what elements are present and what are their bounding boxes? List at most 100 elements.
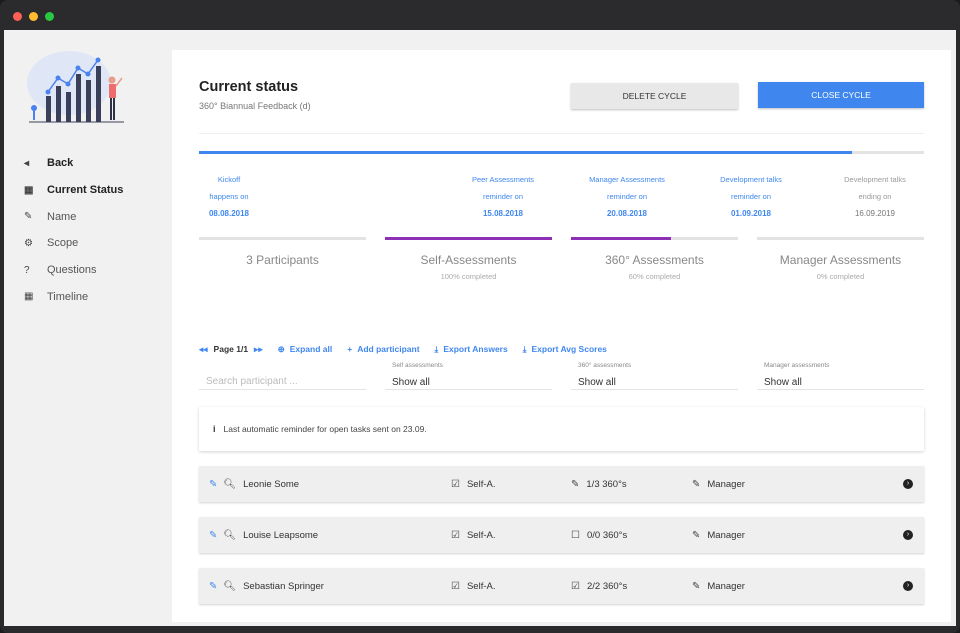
page-next-icon[interactable]: ▸▸ xyxy=(254,344,263,355)
reminder-notice: i Last automatic reminder for open tasks… xyxy=(199,407,924,451)
close-cycle-button[interactable]: CLOSE CYCLE xyxy=(758,82,924,108)
export-avg-scores-label: Export Avg Scores xyxy=(531,344,607,354)
arrow-right-icon[interactable]: › xyxy=(903,581,913,591)
edit-icon[interactable]: ✎ xyxy=(209,581,217,592)
edit-icon: ✎ xyxy=(571,478,580,490)
manager-assessment-status: Manager xyxy=(707,478,745,490)
calendar-icon: ▦ xyxy=(24,291,34,303)
search-participant-input[interactable] xyxy=(199,360,366,390)
stat-bar xyxy=(199,237,366,240)
participants-toolbar: ◂◂ Page 1/1 ▸▸ ⊕ Expand all + Add partic… xyxy=(199,343,622,355)
milestone-title: Peer Assessments xyxy=(471,175,535,184)
stat-manager-assessments: Manager Assessments 0% completed xyxy=(757,237,924,281)
calendar-icon: ▦ xyxy=(24,184,34,196)
page-prev-icon[interactable]: ◂◂ xyxy=(199,344,208,355)
sidebar-item-current-status[interactable]: ▦ Current Status xyxy=(24,177,123,204)
self-assessment-status: Self-A. xyxy=(466,529,496,541)
main-panel: Current status 360° Biannual Feedback (d… xyxy=(172,50,951,622)
stat-bar xyxy=(571,237,738,240)
plus-icon: + xyxy=(347,344,353,354)
sidebar-item-back[interactable]: ◂ Back xyxy=(24,150,123,177)
add-participant-label: Add participant xyxy=(357,344,420,354)
milestone-title: Development talks xyxy=(844,175,906,184)
sidebar-item-scope[interactable]: ⚙ Scope xyxy=(24,230,123,257)
arrow-right-icon[interactable]: › xyxy=(903,530,913,540)
participant-name: Leonie Some xyxy=(243,478,300,490)
milestone-date: 16.09.2019 xyxy=(854,209,896,218)
delete-cycle-button[interactable]: DELETE CYCLE xyxy=(571,83,738,109)
filter-value: Show all xyxy=(578,377,616,388)
add-participant-button[interactable]: + Add participant xyxy=(347,344,419,354)
arrow-right-icon[interactable]: › xyxy=(903,479,913,489)
milestone-kickoff: Kickoff happens on 08.08.2018 xyxy=(164,171,294,222)
stat-percent: 60% completed xyxy=(628,272,681,281)
edit-icon: ✎ xyxy=(692,529,701,541)
chevron-left-icon: ◂ xyxy=(24,157,30,169)
manager-assessment-status: Manager xyxy=(707,580,745,592)
edit-icon: ✎ xyxy=(692,580,701,592)
sidebar-item-label: Timeline xyxy=(47,290,89,303)
filter-label: Self assessments xyxy=(392,362,443,369)
participant-row[interactable]: ✎ 🔍︎ Sebastian Springer ☑ Self-A. ☑ 2/2 … xyxy=(199,568,924,604)
sidebar-item-name[interactable]: ✎ Name xyxy=(24,203,123,230)
stat-360-assessments: 360° Assessments 60% completed xyxy=(571,237,738,281)
question-icon: ? xyxy=(24,264,30,276)
cogs-icon: ⚙ xyxy=(24,237,33,249)
manager-assessments-filter[interactable]: Manager assessments Show all xyxy=(757,360,924,390)
milestone-date: 08.08.2018 xyxy=(208,209,250,218)
download-icon: ⤓ xyxy=(434,343,439,354)
peer-assessment-status: 1/3 360°s xyxy=(586,478,627,490)
filter-value: Show all xyxy=(392,377,430,388)
milestone-caption: reminder on xyxy=(482,192,524,201)
stat-bar-fill xyxy=(385,237,552,240)
sidebar-item-timeline[interactable]: ▦ Timeline xyxy=(24,283,123,310)
checked-box-icon: ☑ xyxy=(451,580,460,592)
self-assessment-status: Self-A. xyxy=(466,580,496,592)
milestone-caption: ending on xyxy=(858,192,892,201)
maximize-window-button[interactable] xyxy=(45,12,54,21)
minimize-window-button[interactable] xyxy=(29,12,38,21)
edit-icon: ✎ xyxy=(692,478,701,490)
sidebar-nav: ◂ Back ▦ Current Status ✎ Name ⚙ Scope ? xyxy=(24,150,123,310)
export-answers-button[interactable]: ⤓ Export Answers xyxy=(435,344,508,355)
checked-box-icon: ☑ xyxy=(451,478,460,490)
sidebar-item-label: Current Status xyxy=(47,184,124,197)
participant-name: Sebastian Springer xyxy=(243,580,324,592)
stat-percent: 100% completed xyxy=(440,272,497,281)
edit-icon[interactable]: ✎ xyxy=(209,530,217,541)
milestone-title: Development talks xyxy=(720,175,782,184)
checked-box-icon: ☑ xyxy=(571,580,580,592)
expand-all-button[interactable]: ⊕ Expand all xyxy=(278,344,333,355)
close-window-button[interactable] xyxy=(13,12,22,21)
stat-participants: 3 Participants xyxy=(199,237,366,272)
edit-icon: ✎ xyxy=(24,211,33,223)
sidebar-item-questions[interactable]: ? Questions xyxy=(24,257,123,284)
stat-percent: 0% completed xyxy=(816,272,865,281)
export-answers-label: Export Answers xyxy=(443,344,508,354)
milestone-development-talks-reminder: Development talks reminder on 01.09.2018 xyxy=(686,171,816,222)
timeline-progress-bar xyxy=(199,151,924,154)
milestone-date: 01.09.2018 xyxy=(730,209,772,218)
sidebar-item-label: Name xyxy=(47,210,77,223)
edit-icon[interactable]: ✎ xyxy=(209,479,217,490)
milestone-development-talks-end: Development talks ending on 16.09.2019 xyxy=(810,171,940,222)
search-icon[interactable]: 🔍︎ xyxy=(223,479,236,490)
export-avg-scores-button[interactable]: ⤓ Export Avg Scores xyxy=(523,344,607,355)
sidebar-item-label: Scope xyxy=(47,237,79,250)
milestone-date: 15.08.2018 xyxy=(482,209,524,218)
self-assessments-filter[interactable]: Self assessments Show all xyxy=(385,360,552,390)
stat-label: 360° Assessments xyxy=(605,253,704,267)
milestone-title: Kickoff xyxy=(217,175,241,184)
360-assessments-filter[interactable]: 360° assessments Show all xyxy=(571,360,738,390)
notice-text: Last automatic reminder for open tasks s… xyxy=(223,424,427,434)
filter-value: Show all xyxy=(764,377,802,388)
peer-assessment-status: 0/0 360°s xyxy=(586,529,628,541)
search-icon[interactable]: 🔍︎ xyxy=(223,581,236,592)
page-subtitle: 360° Biannual Feedback (d) xyxy=(199,101,311,111)
stat-label: Manager Assessments xyxy=(779,253,902,267)
participant-row[interactable]: ✎ 🔍︎ Louise Leapsome ☑ Self-A. ☐ 0/0 360… xyxy=(199,517,924,553)
stat-self-assessments: Self-Assessments 100% completed xyxy=(385,237,552,281)
stat-label: 3 Participants xyxy=(246,253,319,267)
search-icon[interactable]: 🔍︎ xyxy=(223,530,236,541)
participant-row[interactable]: ✎ 🔍︎ Leonie Some ☑ Self-A. ✎ 1/3 360°s ✎… xyxy=(199,466,924,502)
